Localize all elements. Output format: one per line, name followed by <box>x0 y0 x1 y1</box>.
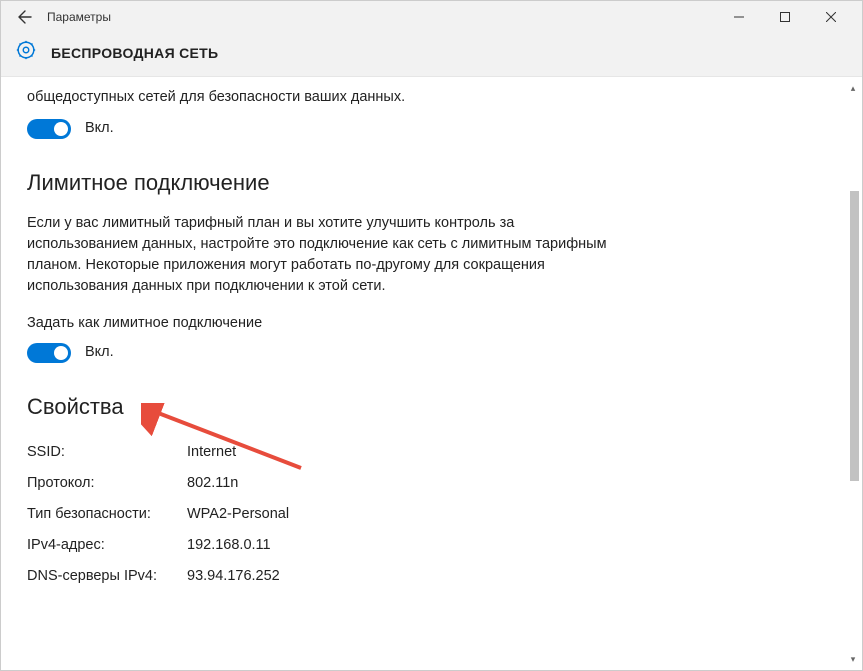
gear-icon <box>15 39 37 66</box>
property-key: DNS-серверы IPv4: <box>27 566 187 587</box>
scrollbar[interactable]: ▴ ▾ <box>846 81 860 666</box>
property-key: Протокол: <box>27 473 187 494</box>
property-value: 802.11n <box>187 473 615 494</box>
public-networks-toggle-label: Вкл. <box>85 118 114 139</box>
table-row: Тип безопасности: WPA2-Personal <box>27 499 615 530</box>
properties-table: SSID: Internet Протокол: 802.11n Тип без… <box>27 437 615 592</box>
public-networks-toggle-row: Вкл. <box>27 118 615 139</box>
public-networks-toggle[interactable] <box>27 119 71 139</box>
table-row: Протокол: 802.11n <box>27 468 615 499</box>
table-row: DNS-серверы IPv4: 93.94.176.252 <box>27 561 615 592</box>
metered-toggle-label: Вкл. <box>85 342 114 363</box>
metered-toggle-row: Вкл. <box>27 342 615 363</box>
back-button[interactable] <box>9 9 41 25</box>
metered-connection-heading: Лимитное подключение <box>27 167 615 199</box>
scroll-down-arrow-icon[interactable]: ▾ <box>846 652 860 666</box>
property-key: SSID: <box>27 442 187 463</box>
property-value: WPA2-Personal <box>187 504 615 525</box>
table-row: IPv4-адрес: 192.168.0.11 <box>27 530 615 561</box>
set-metered-label: Задать как лимитное подключение <box>27 313 615 334</box>
maximize-button[interactable] <box>762 1 808 33</box>
window-title: Параметры <box>47 10 111 24</box>
content-area: общедоступных сетей для безопасности ваш… <box>1 79 862 670</box>
property-key: IPv4-адрес: <box>27 535 187 556</box>
property-value: 192.168.0.11 <box>187 535 615 556</box>
property-value: 93.94.176.252 <box>187 566 615 587</box>
subheader: БЕСПРОВОДНАЯ СЕТЬ <box>1 33 862 77</box>
scroll-up-arrow-icon[interactable]: ▴ <box>846 81 860 95</box>
close-button[interactable] <box>808 1 854 33</box>
minimize-button[interactable] <box>716 1 762 33</box>
back-arrow-icon <box>17 9 33 25</box>
metered-toggle[interactable] <box>27 343 71 363</box>
titlebar: Параметры <box>1 1 862 33</box>
property-key: Тип безопасности: <box>27 504 187 525</box>
property-value: Internet <box>187 442 615 463</box>
maximize-icon <box>780 12 790 22</box>
window-controls <box>716 1 854 33</box>
table-row: SSID: Internet <box>27 437 615 468</box>
properties-heading: Свойства <box>27 391 615 423</box>
truncated-description: общедоступных сетей для безопасности ваш… <box>27 87 615 108</box>
close-icon <box>826 12 836 22</box>
scrollbar-thumb[interactable] <box>850 191 859 481</box>
page-title: БЕСПРОВОДНАЯ СЕТЬ <box>51 45 218 61</box>
metered-connection-description: Если у вас лимитный тарифный план и вы х… <box>27 213 615 297</box>
minimize-icon <box>734 12 744 22</box>
